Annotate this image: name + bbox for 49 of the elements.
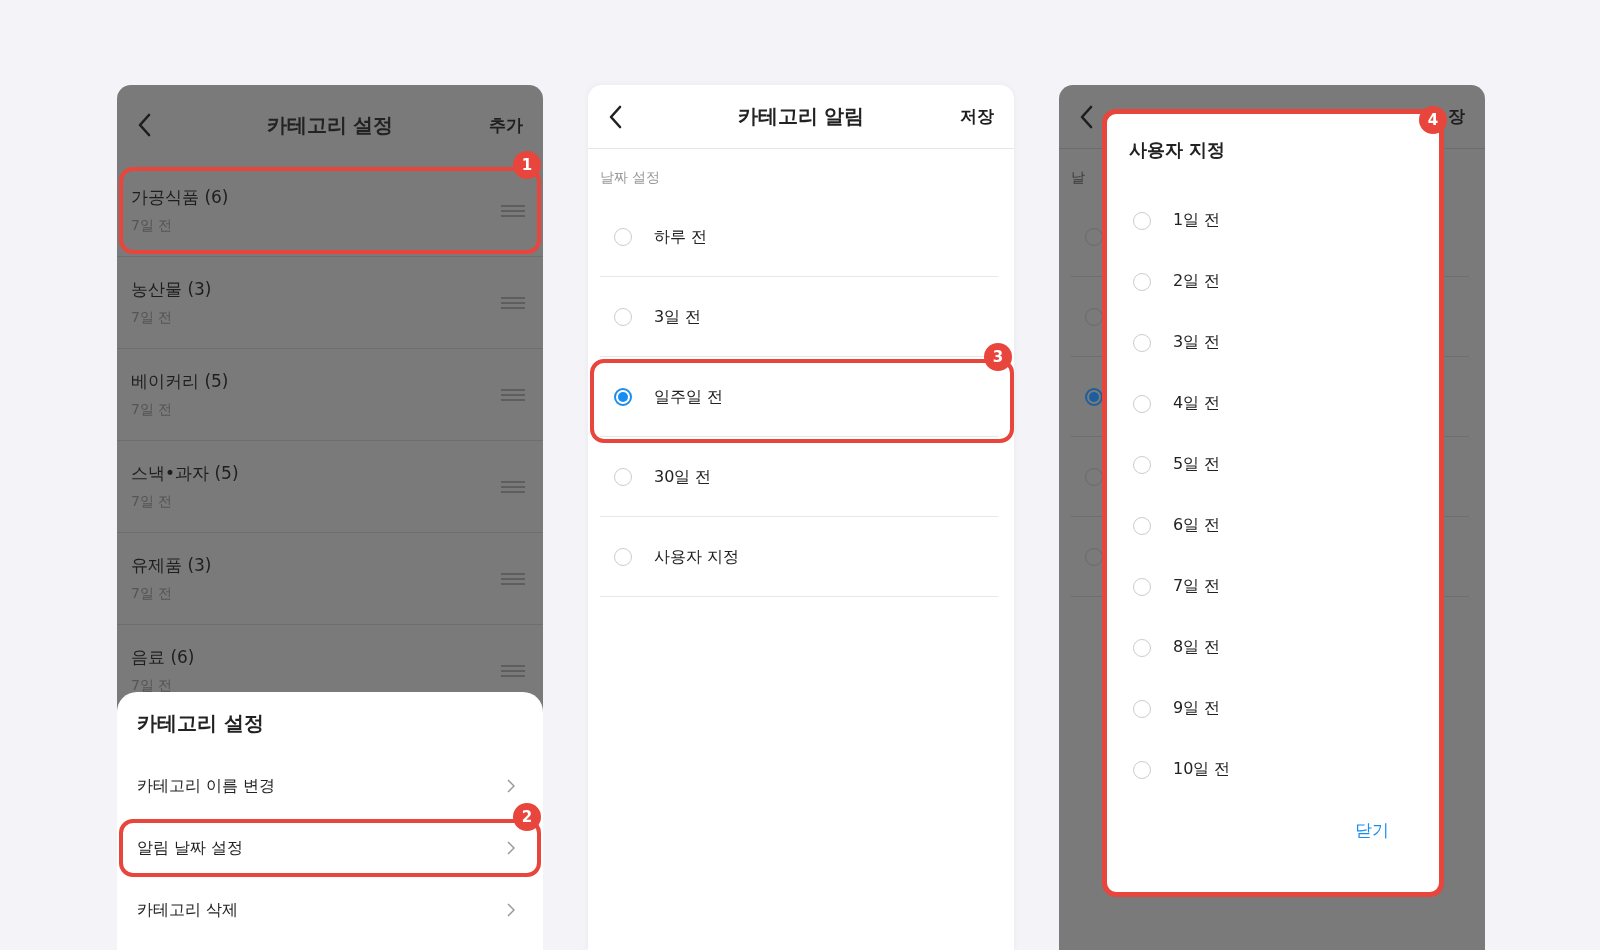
option-label: 3일 전 bbox=[1173, 332, 1221, 353]
chevron-right-icon bbox=[507, 841, 515, 855]
back-icon[interactable] bbox=[608, 104, 622, 129]
drag-handle-icon[interactable] bbox=[501, 664, 525, 677]
dialog-title: 사용자 지정 bbox=[1128, 138, 1227, 162]
chevron-right-icon bbox=[507, 903, 515, 917]
screen-title: 카테고리 설정 bbox=[266, 112, 394, 137]
step-badge: 3 bbox=[984, 343, 1012, 371]
option-label: 2일 전 bbox=[1173, 271, 1221, 292]
category-name: 음료 (6) bbox=[131, 646, 195, 669]
add-button[interactable]: 추가 bbox=[489, 113, 523, 137]
option-label: 3일 전 bbox=[654, 306, 702, 328]
sheet-title: 카테고리 설정 bbox=[136, 710, 265, 737]
chevron-right-icon bbox=[507, 779, 515, 793]
category-name: 가공식품 (6) bbox=[131, 186, 229, 209]
option-label: 4일 전 bbox=[1173, 393, 1221, 414]
step-badge: 1 bbox=[513, 151, 541, 179]
section-label: 날 bbox=[1071, 169, 1085, 187]
radio-button[interactable] bbox=[614, 388, 632, 406]
radio-button[interactable] bbox=[1085, 388, 1103, 406]
option-label: 일주일 전 bbox=[654, 386, 724, 408]
option-label: 사용자 지정 bbox=[654, 546, 740, 568]
save-button[interactable]: 저장 bbox=[960, 105, 994, 128]
category-name: 유제품 (3) bbox=[131, 554, 212, 577]
option-label: 6일 전 bbox=[1173, 515, 1221, 536]
drag-handle-icon[interactable] bbox=[501, 572, 525, 585]
save-button[interactable]: 장 bbox=[1448, 105, 1465, 128]
option-label: 하루 전 bbox=[654, 226, 708, 248]
category-name: 스낵•과자 (5) bbox=[131, 462, 239, 485]
drag-handle-icon[interactable] bbox=[501, 480, 525, 493]
option-label: 7일 전 bbox=[1173, 576, 1221, 597]
drag-handle-icon[interactable] bbox=[501, 204, 525, 217]
option-label: 5일 전 bbox=[1173, 454, 1221, 475]
step-badge: 4 bbox=[1419, 106, 1447, 134]
category-name: 베이커리 (5) bbox=[131, 370, 229, 393]
menu-item[interactable]: 카테고리 삭제 bbox=[137, 899, 239, 921]
category-name: 농산물 (3) bbox=[131, 278, 212, 301]
menu-item[interactable]: 카테고리 이름 변경 bbox=[137, 775, 276, 797]
screen-title: 카테고리 알림 bbox=[737, 104, 865, 128]
section-label: 날짜 설정 bbox=[600, 169, 661, 187]
drag-handle-icon[interactable] bbox=[501, 388, 525, 401]
option-label: 8일 전 bbox=[1173, 637, 1221, 658]
option-label: 30일 전 bbox=[654, 466, 712, 488]
option-label: 10일 전 bbox=[1173, 759, 1231, 780]
drag-handle-icon[interactable] bbox=[501, 296, 525, 309]
menu-item[interactable]: 알림 날짜 설정 bbox=[137, 837, 244, 859]
option-label: 9일 전 bbox=[1173, 698, 1221, 719]
step-badge: 2 bbox=[513, 803, 541, 831]
option-label: 1일 전 bbox=[1173, 210, 1221, 231]
